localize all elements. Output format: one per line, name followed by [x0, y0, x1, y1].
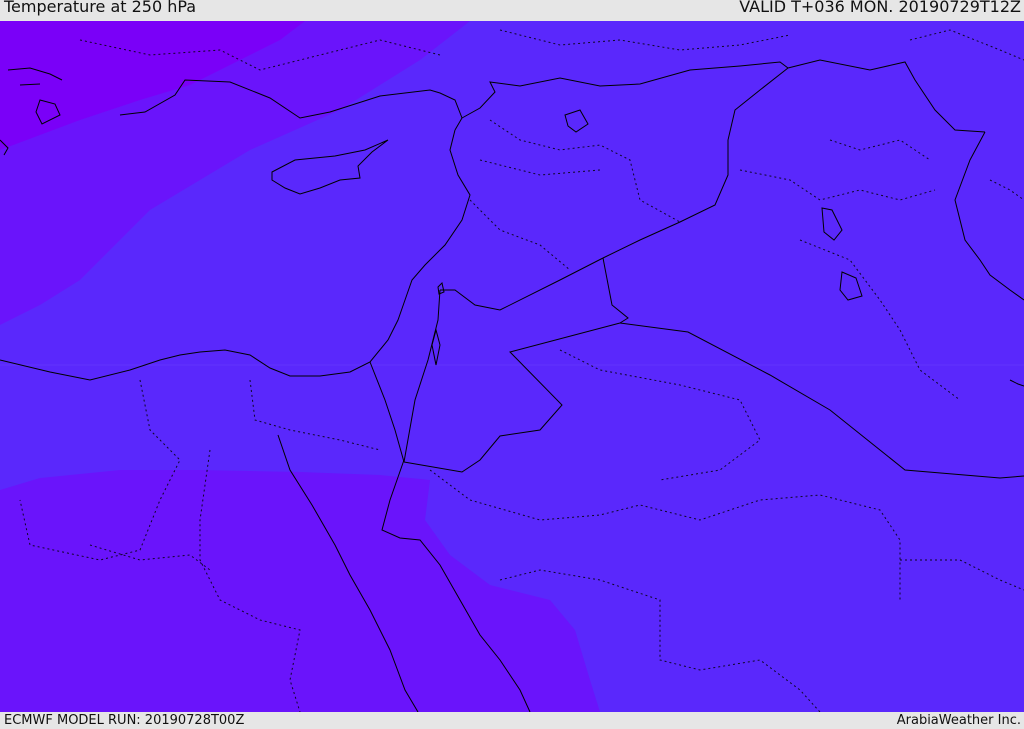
header-bar: Temperature at 250 hPa VALID T+036 MON. …: [0, 0, 1024, 20]
valid-time: VALID T+036 MON. 20190729T12Z: [739, 0, 1021, 16]
map-frame: Temperature at 250 hPa VALID T+036 MON. …: [0, 0, 1024, 729]
map-title: Temperature at 250 hPa: [4, 0, 197, 16]
temperature-map: [0, 21, 1024, 712]
model-run-label: ECMWF MODEL RUN: 20190728T00Z: [4, 713, 245, 728]
credit-label: ArabiaWeather Inc.: [896, 713, 1021, 728]
footer-bar: ECMWF MODEL RUN: 20190728T00Z ArabiaWeat…: [0, 712, 1024, 729]
